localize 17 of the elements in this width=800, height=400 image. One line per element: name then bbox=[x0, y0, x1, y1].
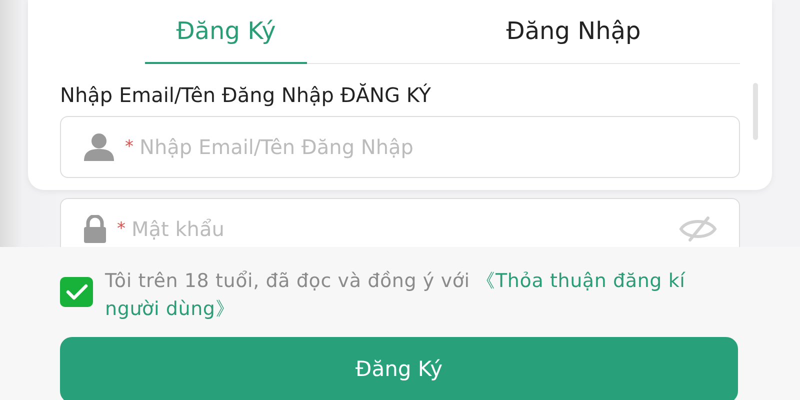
required-mark: * bbox=[117, 219, 126, 239]
lock-icon bbox=[83, 215, 107, 243]
input-field[interactable]: Mật khẩu bbox=[130, 216, 679, 242]
tab[interactable]: Đăng Ký bbox=[145, 0, 307, 64]
required-mark: * bbox=[125, 137, 134, 157]
password-field[interactable]: * Mật khẩu bbox=[60, 198, 740, 247]
eye-off-icon[interactable] bbox=[679, 215, 717, 243]
register-button[interactable]: Đăng Ký bbox=[60, 337, 738, 400]
checkmark-icon bbox=[66, 283, 88, 301]
user-icon bbox=[83, 133, 115, 161]
field-label: Nhập Email/Tên Đăng Nhập ĐĂNG KÝ bbox=[60, 83, 432, 107]
email-field[interactable]: * Nhập Email/Tên Đăng Nhập bbox=[60, 116, 740, 178]
agreement-text: Tôi trên 18 tuổi, đã đọc và đồng ý với 《Thỏa thuận đăng kí người dùng》 bbox=[105, 269, 686, 322]
tab[interactable]: Đăng Nhập bbox=[307, 0, 740, 64]
checkbox[interactable] bbox=[60, 277, 93, 307]
input-field[interactable]: Nhập Email/Tên Đăng Nhập bbox=[138, 134, 717, 160]
scrollbar[interactable] bbox=[753, 83, 758, 140]
